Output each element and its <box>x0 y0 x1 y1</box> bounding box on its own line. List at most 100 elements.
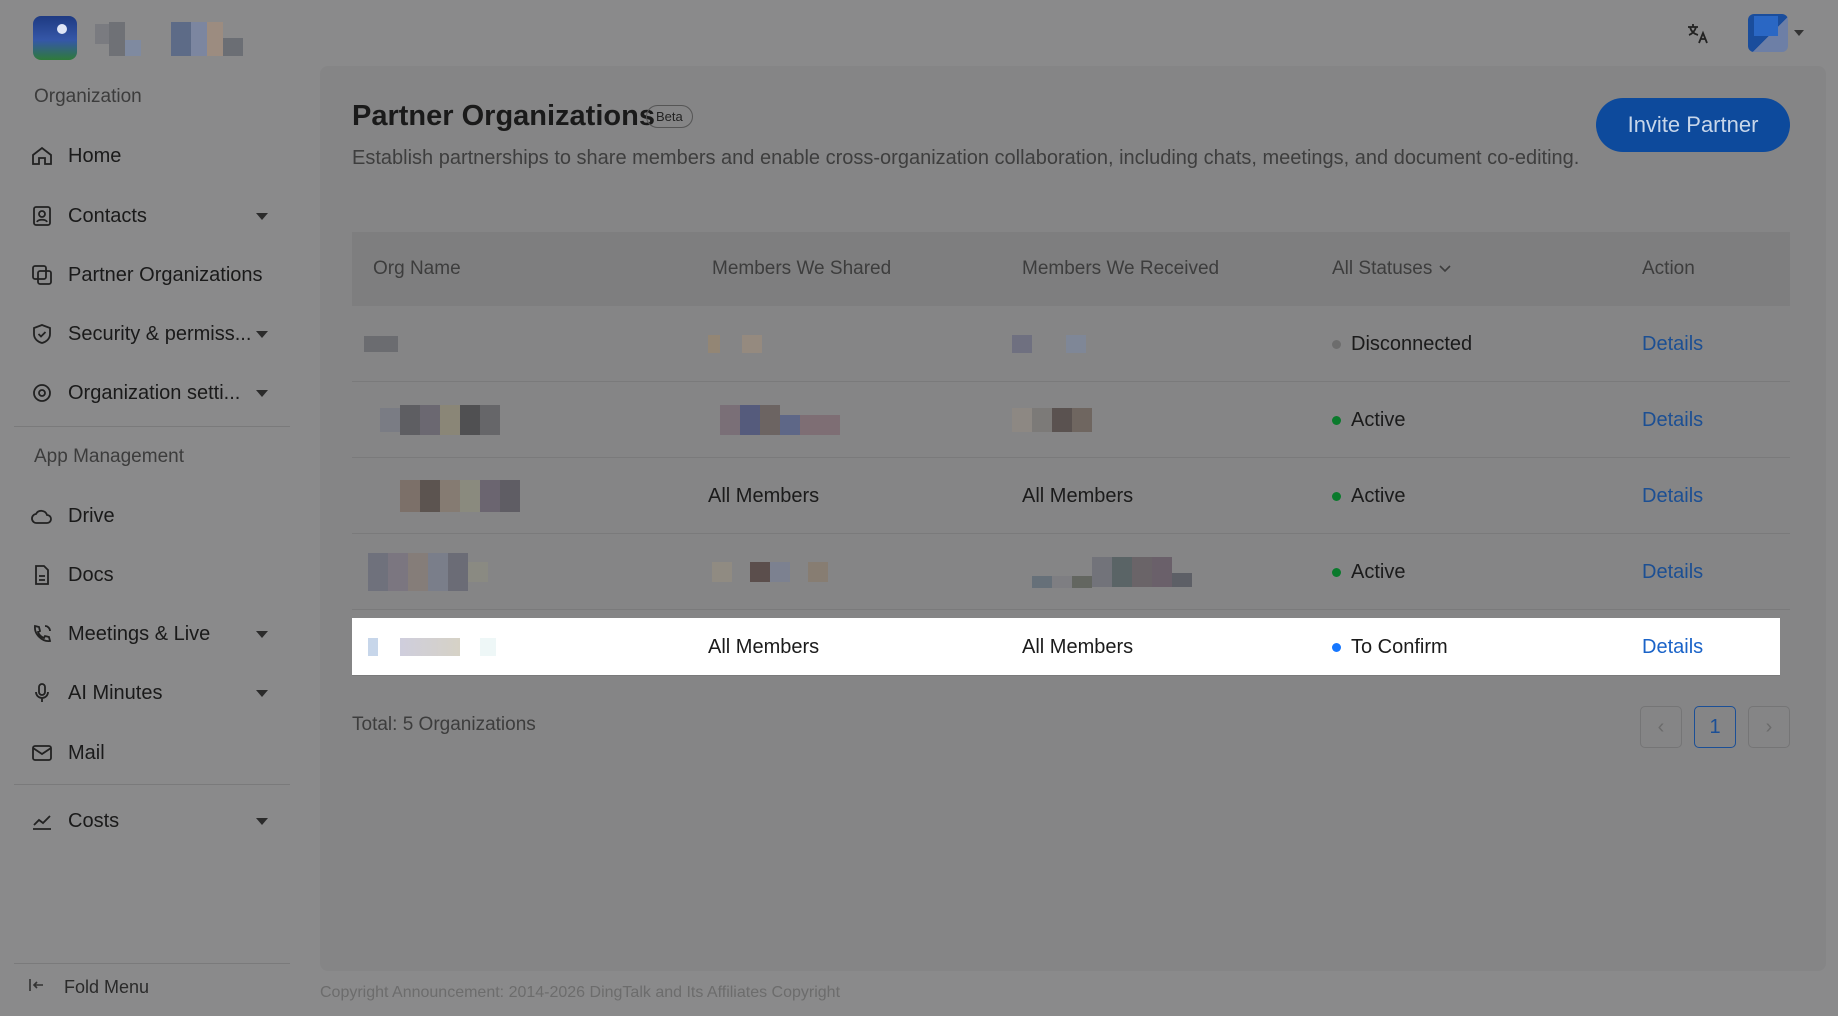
sidebar-item-label: Costs <box>68 809 120 832</box>
chevron-down-icon <box>1439 265 1451 273</box>
members-shared-cell: All Members <box>708 618 819 676</box>
caret-down-icon <box>256 213 268 220</box>
sidebar-item-meetings-live[interactable]: Meetings & Live <box>14 610 286 658</box>
details-link[interactable]: Details <box>1642 485 1703 508</box>
table-row: Disconnected Details <box>352 306 1790 382</box>
partner-organizations-icon <box>28 261 56 289</box>
table-row: Active Details <box>352 382 1790 458</box>
copyright-text: Copyright Announcement: 2014-2026 DingTa… <box>320 984 841 1001</box>
shield-icon <box>28 320 56 348</box>
sidebar-item-label: Partner Organizations <box>68 263 263 286</box>
sidebar-item-label: Mail <box>68 741 105 764</box>
section-title-app-management: App Management <box>34 446 184 467</box>
phone-icon <box>28 620 56 648</box>
details-cell: Details <box>1642 618 1703 676</box>
details-link[interactable]: Details <box>1642 636 1703 659</box>
sidebar-divider <box>14 784 290 785</box>
mail-icon <box>28 739 56 767</box>
table-row: All Members All Members Active Details <box>352 458 1790 534</box>
status-text: Active <box>1351 408 1406 431</box>
section-title-organization: Organization <box>34 86 142 107</box>
sidebar: Organization Home Contacts Partner Organ… <box>0 66 300 1016</box>
invite-partner-button[interactable]: Invite Partner <box>1596 98 1790 152</box>
members-shared-redacted <box>708 306 762 382</box>
organization-name-redacted <box>95 22 243 56</box>
status-text: Active <box>1351 560 1406 583</box>
status-filter-dropdown[interactable]: All Statuses <box>1332 258 1452 280</box>
sidebar-item-contacts[interactable]: Contacts <box>14 192 286 240</box>
sidebar-divider <box>14 963 290 964</box>
user-menu[interactable] <box>1748 14 1804 52</box>
column-header-action: Action <box>1642 258 1695 279</box>
sidebar-item-label: AI Minutes <box>68 681 163 704</box>
fold-menu-label: Fold Menu <box>64 977 150 997</box>
sidebar-item-home[interactable]: Home <box>14 132 286 180</box>
page-title: Partner Organizations <box>352 100 655 132</box>
members-shared-redacted <box>720 382 840 458</box>
sidebar-item-label: Meetings & Live <box>68 622 211 645</box>
status-text: Active <box>1351 484 1406 507</box>
column-header-members-shared: Members We Shared <box>712 258 892 279</box>
next-page-button[interactable]: › <box>1748 706 1790 748</box>
caret-down-icon <box>256 390 268 397</box>
status-text: To Confirm <box>1351 635 1448 658</box>
avatar[interactable] <box>1748 14 1788 52</box>
status-cell: Active <box>1332 458 1405 534</box>
sidebar-item-drive[interactable]: Drive <box>14 492 286 540</box>
details-link[interactable]: Details <box>1642 561 1703 584</box>
beta-badge: Beta <box>646 105 693 128</box>
members-shared-redacted <box>712 534 828 610</box>
caret-down-icon <box>256 331 268 338</box>
organization-logo[interactable] <box>33 16 77 60</box>
details-cell: Details <box>1642 306 1703 382</box>
translate-icon[interactable] <box>1684 20 1712 48</box>
sidebar-item-ai-minutes[interactable]: AI Minutes <box>14 669 286 717</box>
table-row-highlighted[interactable]: All Members All Members To Confirm Detai… <box>352 618 1780 676</box>
members-received-text: All Members <box>1022 635 1134 658</box>
members-received-cell: All Members <box>1022 458 1133 534</box>
members-shared-text: All Members <box>708 635 820 658</box>
members-shared-cell: All Members <box>708 458 819 534</box>
org-name-redacted <box>368 534 488 610</box>
sidebar-item-organization-settings[interactable]: Organization setti... <box>14 369 286 417</box>
sidebar-item-costs[interactable]: Costs <box>14 797 286 845</box>
sidebar-item-mail[interactable]: Mail <box>14 729 286 777</box>
status-cell: Active <box>1332 382 1405 458</box>
details-cell: Details <box>1642 458 1703 534</box>
table-body: Disconnected Details Active Details All … <box>352 306 1790 706</box>
settings-icon <box>28 379 56 407</box>
page-number-button[interactable]: 1 <box>1694 706 1736 748</box>
fold-menu-button[interactable]: Fold Menu <box>28 976 149 999</box>
status-cell: Disconnected <box>1332 306 1472 382</box>
page-description: Establish partnerships to share members … <box>352 147 1580 169</box>
cloud-icon <box>28 502 56 530</box>
table-header: Org Name Members We Shared Members We Re… <box>352 232 1790 306</box>
status-dot <box>1332 339 1341 349</box>
home-icon <box>28 142 56 170</box>
sidebar-item-docs[interactable]: Docs <box>14 551 286 599</box>
total-count: Total: 5 Organizations <box>352 714 536 735</box>
status-dot <box>1332 415 1341 425</box>
contacts-icon <box>28 202 56 230</box>
sidebar-item-label: Docs <box>68 563 114 586</box>
partner-organizations-table: Org Name Members We Shared Members We Re… <box>352 232 1790 706</box>
top-bar <box>0 0 1838 66</box>
sidebar-item-partner-organizations[interactable]: Partner Organizations <box>14 251 286 299</box>
details-link[interactable]: Details <box>1642 409 1703 432</box>
status-dot <box>1332 642 1341 652</box>
chevron-down-icon <box>1794 30 1804 36</box>
details-cell: Details <box>1642 382 1703 458</box>
status-text: Disconnected <box>1351 332 1473 355</box>
members-shared-text: All Members <box>708 484 820 507</box>
column-header-org-name: Org Name <box>373 258 461 279</box>
status-cell: Active <box>1332 534 1405 610</box>
members-received-redacted <box>1032 534 1192 610</box>
status-filter-label: All Statuses <box>1332 258 1433 279</box>
previous-page-button[interactable]: ‹ <box>1640 706 1682 748</box>
main-panel: Partner Organizations Beta Establish par… <box>320 66 1826 971</box>
details-link[interactable]: Details <box>1642 333 1703 356</box>
members-received-cell: All Members <box>1022 618 1133 676</box>
sidebar-item-label: Organization setti... <box>68 381 241 404</box>
sidebar-item-security[interactable]: Security & permiss... <box>14 310 286 358</box>
column-header-members-received: Members We Received <box>1022 258 1220 279</box>
